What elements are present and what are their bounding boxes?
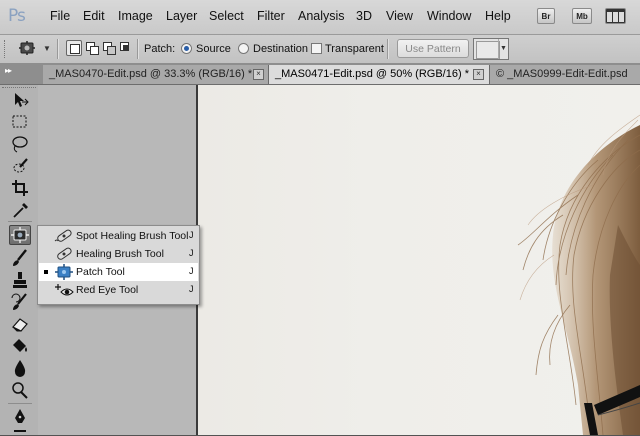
stamp-tool-icon[interactable]: [9, 270, 31, 290]
history-brush-tool-icon[interactable]: [9, 292, 31, 312]
new-selection-button[interactable]: [66, 40, 82, 56]
shortcut-label: J: [189, 230, 194, 240]
patch-label: Patch:: [144, 43, 176, 55]
eyedropper-tool-icon[interactable]: [9, 200, 31, 220]
photo-image: [517, 114, 640, 435]
add-to-selection-button[interactable]: [84, 40, 100, 56]
divider: [8, 403, 32, 404]
close-icon[interactable]: ×: [253, 69, 264, 80]
brush-tool-icon[interactable]: [9, 248, 31, 268]
arrange-documents-icon[interactable]: [605, 8, 626, 24]
app-logo: Ps: [8, 6, 26, 26]
options-grip[interactable]: [4, 40, 7, 58]
bridge-button[interactable]: Br: [537, 8, 555, 24]
destination-label[interactable]: Destination: [253, 43, 308, 55]
menu-image[interactable]: Image: [118, 9, 153, 23]
menu-filter[interactable]: Filter: [257, 9, 285, 23]
transparent-label[interactable]: Transparent: [325, 43, 384, 55]
document-tab-bar: ▸▸ _MAS0470-Edit.psd @ 33.3% (RGB/16) * …: [0, 64, 640, 85]
lasso-tool-icon[interactable]: [9, 134, 31, 154]
red-eye-icon: [55, 284, 74, 296]
chevron-down-icon[interactable]: ▼: [43, 44, 51, 53]
healing-brush-icon: [57, 247, 72, 260]
menu-edit[interactable]: Edit: [83, 9, 105, 23]
blur-tool-icon[interactable]: [9, 358, 31, 378]
flyout-item-label: Red Eye Tool: [76, 284, 139, 296]
menu-layer[interactable]: Layer: [166, 9, 197, 23]
chevron-down-icon[interactable]: ▼: [498, 39, 508, 59]
use-pattern-button[interactable]: Use Pattern: [397, 39, 469, 58]
source-label[interactable]: Source: [196, 43, 231, 55]
eraser-tool-icon[interactable]: [9, 314, 31, 334]
tools-panel: [0, 85, 39, 435]
flyout-item-red-eye[interactable]: Red Eye Tool J: [39, 281, 198, 299]
flyout-item-patch[interactable]: Patch Tool J: [39, 263, 198, 281]
menu-help[interactable]: Help: [485, 9, 511, 23]
tab-mas0470[interactable]: _MAS0470-Edit.psd @ 33.3% (RGB/16) * ×: [43, 65, 269, 84]
patch-tool-preset-icon[interactable]: [18, 40, 36, 56]
transparent-checkbox[interactable]: [311, 43, 322, 54]
document-canvas[interactable]: [198, 85, 640, 435]
shortcut-label: J: [189, 284, 194, 294]
menu-view[interactable]: View: [386, 9, 413, 23]
menu-select[interactable]: Select: [209, 9, 244, 23]
tab-mas0999[interactable]: © _MAS0999-Edit-Edit.psd: [490, 65, 640, 84]
marquee-tool-icon[interactable]: [9, 112, 31, 132]
healing-tools-flyout: Spot Healing Brush Tool J Healing Brush …: [37, 225, 200, 305]
selected-bullet-icon: [44, 270, 48, 274]
mini-bridge-button[interactable]: Mb: [572, 8, 592, 24]
quick-selection-tool-icon[interactable]: [9, 156, 31, 176]
close-icon[interactable]: ×: [473, 69, 484, 80]
tab-label: _MAS0471-Edit.psd @ 50% (RGB/16) *: [275, 68, 469, 80]
spot-healing-brush-icon: [54, 229, 72, 242]
menu-bar: Ps File Edit Image Layer Select Filter A…: [0, 0, 640, 35]
menu-3d[interactable]: 3D: [356, 9, 372, 23]
tab-label: © _MAS0999-Edit-Edit.psd: [496, 68, 628, 80]
pattern-swatch[interactable]: [476, 41, 500, 59]
divider: [8, 221, 32, 222]
flyout-item-label: Healing Brush Tool: [76, 248, 164, 260]
menu-window[interactable]: Window: [427, 9, 471, 23]
shortcut-label: J: [189, 266, 194, 276]
source-radio[interactable]: [181, 43, 192, 54]
subtract-from-selection-button[interactable]: [101, 40, 117, 56]
patch-icon: [55, 264, 73, 280]
pattern-picker[interactable]: ▼: [473, 38, 509, 60]
flyout-item-label: Spot Healing Brush Tool: [76, 230, 189, 242]
healing-tool-button[interactable]: [9, 225, 31, 245]
tab-mas0471[interactable]: _MAS0471-Edit.psd @ 50% (RGB/16) * ×: [269, 65, 490, 84]
options-bar: ▼ Patch: Source Destination Transparent …: [0, 35, 640, 64]
destination-radio[interactable]: [238, 43, 249, 54]
divider: [57, 39, 59, 59]
paint-bucket-tool-icon[interactable]: [9, 336, 31, 356]
dodge-tool-icon[interactable]: [9, 380, 31, 400]
flyout-item-spot-healing-brush[interactable]: Spot Healing Brush Tool J: [39, 227, 198, 245]
shortcut-label: J: [189, 248, 194, 258]
collapse-panel-icon[interactable]: ▸▸: [5, 66, 12, 75]
crop-tool-icon[interactable]: [9, 178, 31, 198]
divider: [387, 39, 389, 59]
tab-label: _MAS0470-Edit.psd @ 33.3% (RGB/16) *: [49, 68, 253, 80]
flyout-item-healing-brush[interactable]: Healing Brush Tool J: [39, 245, 198, 263]
intersect-selection-button[interactable]: [118, 40, 134, 56]
pen-tool-icon[interactable]: [9, 407, 31, 427]
menu-file[interactable]: File: [50, 9, 70, 23]
flyout-item-label: Patch Tool: [76, 266, 125, 278]
menu-analysis[interactable]: Analysis: [298, 9, 345, 23]
divider: [137, 39, 139, 59]
patch-tool-icon: [11, 227, 29, 243]
move-tool-icon[interactable]: [9, 90, 31, 110]
